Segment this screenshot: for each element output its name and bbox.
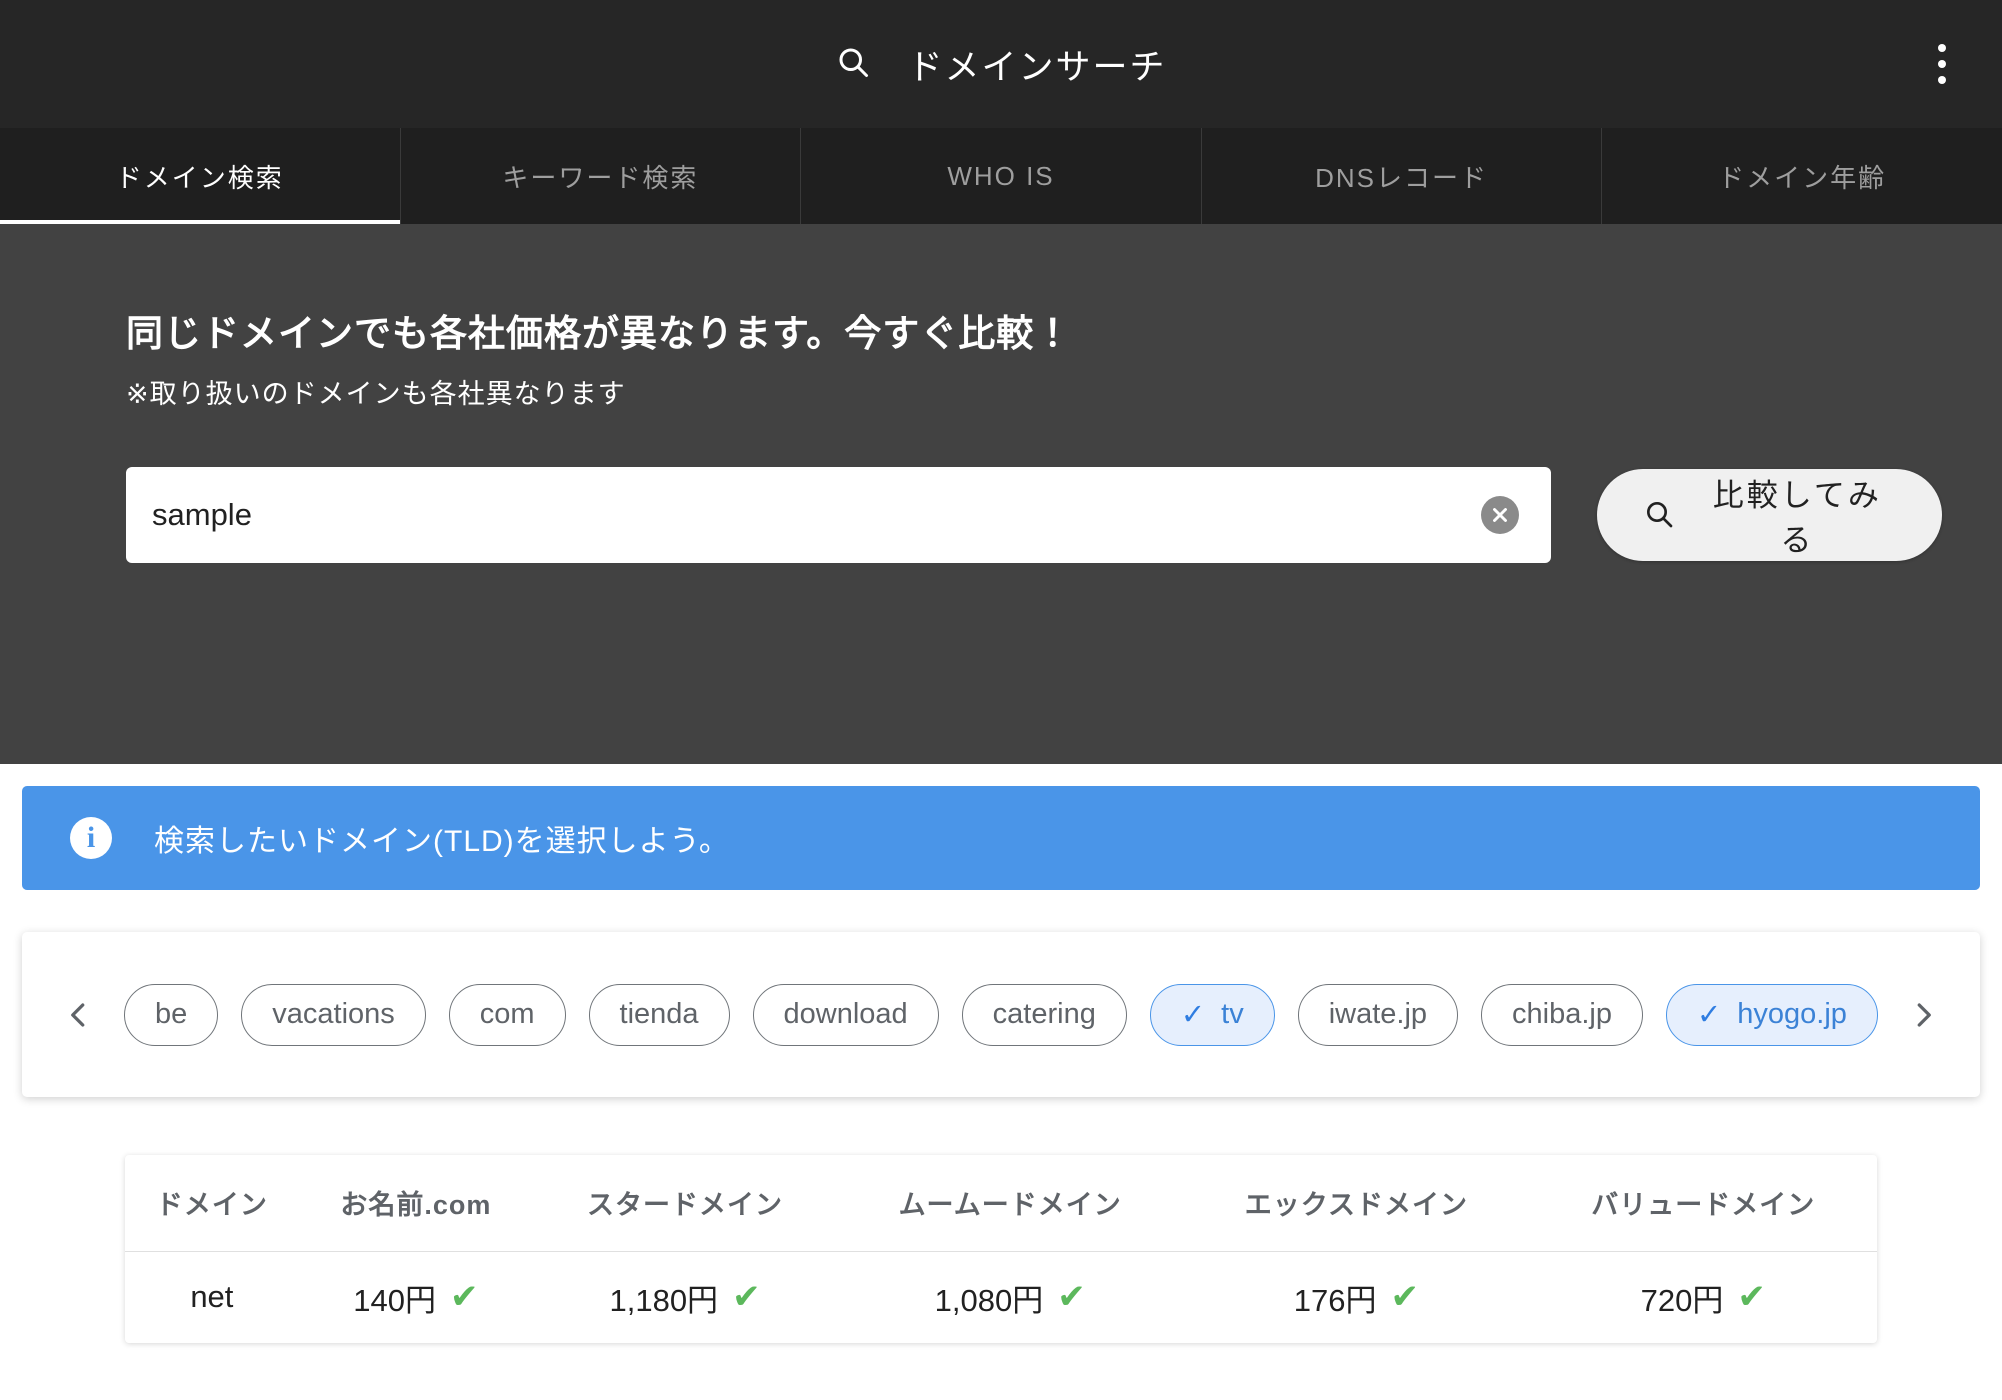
table-header-row: ドメイン お名前.com スタードメイン ムームードメイン エックスドメイン バ… (125, 1155, 1877, 1252)
tld-chip-label: be (155, 998, 188, 1030)
cell-domain: net (190, 1279, 234, 1315)
compare-button-label: 比較してみる (1712, 478, 1882, 559)
tld-chip-be[interactable]: ✓ be (124, 983, 219, 1046)
tld-chip-vacations[interactable]: ✓ vacations (241, 983, 426, 1046)
column-header-star-domain: スタードメイン (533, 1155, 838, 1252)
check-mark-icon: ✔ (1057, 1278, 1086, 1317)
clear-circle-icon[interactable] (1480, 496, 1519, 535)
banner-container: i 検索したいドメイン(TLD)を選択しよう。 (0, 764, 2002, 890)
price-value: 1,180円 (609, 1282, 719, 1318)
tab-domain-age[interactable]: ドメイン年齢 (1602, 128, 2002, 224)
app-bar: ドメインサーチ (0, 0, 2002, 128)
tld-chip-label: chiba.jp (1512, 998, 1612, 1030)
table-head: ドメイン お名前.com スタードメイン ムームードメイン エックスドメイン バ… (125, 1155, 1877, 1252)
hero-content: 同じドメインでも各社価格が異なります。今すぐ比較！ ※取り扱いのドメインも各社異… (0, 310, 2002, 564)
tld-chip-label: download (783, 998, 908, 1030)
check-mark-icon: ✔ (449, 1278, 479, 1317)
price-wrap: 176円 ✔ (1294, 1275, 1419, 1320)
price-value: 140円 (353, 1282, 436, 1318)
info-banner: i 検索したいドメイン(TLD)を選択しよう。 (22, 786, 1980, 890)
price-table-card: ドメイン お名前.com スタードメイン ムームードメイン エックスドメイン バ… (125, 1155, 1877, 1343)
page-title: ドメインサーチ (907, 47, 1167, 87)
check-mark-icon: ✔ (1737, 1278, 1766, 1317)
price-comparison-table: ドメイン お名前.com スタードメイン ムームードメイン エックスドメイン バ… (125, 1155, 1877, 1343)
tld-chip-label: tv (1221, 998, 1244, 1030)
more-vertical-icon[interactable] (1924, 41, 1960, 87)
tld-chip-label: vacations (272, 998, 395, 1030)
hero-headline: 同じドメインでも各社価格が異なります。今すぐ比較！ (126, 313, 1073, 354)
check-mark-icon: ✔ (732, 1278, 761, 1317)
tld-chip-tienda[interactable]: ✓ tienda (588, 983, 730, 1046)
tld-chip-chiba-jp[interactable]: ✓ chiba.jp (1481, 983, 1643, 1046)
search-input[interactable] (152, 497, 1481, 534)
app-root: ドメインサーチ ドメイン検索 キーワード検索 WHO IS DNSレコード ドメ… (0, 0, 2002, 1400)
info-icon: i (70, 817, 112, 859)
tld-chip-label: catering (992, 998, 1096, 1030)
column-header-muumuu-domain: ムームードメイン (837, 1155, 1184, 1252)
cell-price: 720円 ✔ (1530, 1251, 1877, 1343)
tab-label: ドメイン年齢 (1718, 162, 1887, 193)
kebab-dot (1938, 44, 1946, 52)
check-icon: ✓ (1696, 999, 1722, 1031)
table-row: net 140円 ✔ 1,180円 ✔ 1,080円 ✔ 176円 ✔ 720円… (125, 1251, 1877, 1343)
info-banner-text: 検索したいドメイン(TLD)を選択しよう。 (154, 825, 730, 858)
price-value: 1,080円 (934, 1282, 1044, 1318)
tld-chip-catering[interactable]: ✓ catering (961, 983, 1127, 1046)
tab-keyword-search[interactable]: キーワード検索 (401, 128, 802, 224)
column-header-domain: ドメイン (125, 1155, 299, 1252)
price-wrap: 140円 ✔ (353, 1275, 478, 1320)
tab-whois[interactable]: WHO IS (801, 128, 1202, 224)
tld-selector-card: ✓ be ✓ vacations ✓ com ✓ tienda ✓ down (22, 932, 1980, 1097)
tld-chip-download[interactable]: ✓ download (752, 983, 939, 1046)
table-body: net 140円 ✔ 1,180円 ✔ 1,080円 ✔ 176円 ✔ 720円… (125, 1251, 1877, 1343)
check-icon: ✓ (1180, 999, 1206, 1031)
tld-selector-container: ✓ be ✓ vacations ✓ com ✓ tienda ✓ down (0, 890, 2002, 1097)
check-mark-icon: ✔ (1390, 1278, 1420, 1317)
tld-chip-label: tienda (619, 998, 699, 1030)
chevron-left-icon[interactable] (56, 1000, 102, 1030)
tab-domain-search[interactable]: ドメイン検索 (0, 128, 401, 224)
price-wrap: 1,080円 ✔ (935, 1275, 1086, 1320)
cell-price: 1,180円 ✔ (533, 1251, 837, 1343)
tld-chip-hyogo-jp[interactable]: ✓ hyogo.jp (1665, 983, 1878, 1046)
search-icon (835, 44, 871, 85)
cell-price: 176円 ✔ (1183, 1251, 1529, 1343)
price-wrap: 720円 ✔ (1641, 1275, 1766, 1320)
price-value: 176円 (1293, 1282, 1377, 1318)
price-value: 720円 (1640, 1282, 1724, 1318)
chevron-right-icon[interactable] (1900, 1000, 1946, 1030)
tab-label: WHO IS (947, 160, 1055, 191)
tld-chip-iwate-jp[interactable]: ✓ iwate.jp (1297, 983, 1459, 1046)
hero-subtitle: ※取り扱いのドメインも各社異なります (126, 379, 626, 410)
column-header-xdomain: エックスドメイン (1183, 1155, 1530, 1252)
price-wrap: 1,180円 ✔ (609, 1275, 760, 1320)
cell-price: 140円 ✔ (299, 1251, 533, 1343)
compare-button[interactable]: 比較してみる (1596, 469, 1942, 562)
tab-label: ドメイン検索 (115, 162, 284, 193)
search-field[interactable] (126, 467, 1551, 564)
kebab-dot (1938, 60, 1946, 68)
column-header-onamae: お名前.com (298, 1155, 534, 1252)
tab-label: DNSレコード (1315, 162, 1489, 193)
kebab-dot (1938, 76, 1946, 84)
tld-chip-com[interactable]: ✓ com (448, 983, 566, 1046)
tld-chip-label: iwate.jp (1328, 998, 1428, 1030)
tab-label: キーワード検索 (502, 162, 699, 193)
tld-chip-list: ✓ be ✓ vacations ✓ com ✓ tienda ✓ down (124, 983, 1878, 1046)
cell-price: 1,080円 ✔ (837, 1251, 1183, 1343)
tab-dns-record[interactable]: DNSレコード (1202, 128, 1603, 224)
tld-chip-label: hyogo.jp (1737, 998, 1847, 1030)
search-row: 比較してみる (126, 467, 1942, 564)
app-title-group: ドメインサーチ (835, 39, 1166, 90)
hero-section: 同じドメインでも各社価格が異なります。今すぐ比較！ ※取り扱いのドメインも各社異… (0, 224, 2002, 764)
price-table-container: ドメイン お名前.com スタードメイン ムームードメイン エックスドメイン バ… (0, 1097, 2002, 1343)
search-icon (1643, 498, 1675, 533)
column-header-value-domain: バリュードメイン (1529, 1155, 1877, 1252)
tld-chip-label: com (479, 998, 535, 1030)
tab-bar: ドメイン検索 キーワード検索 WHO IS DNSレコード ドメイン年齢 (0, 128, 2002, 224)
tld-chip-tv[interactable]: ✓ tv (1149, 983, 1275, 1046)
